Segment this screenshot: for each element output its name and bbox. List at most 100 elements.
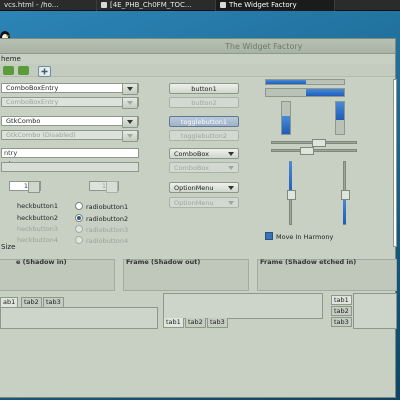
menu-theme[interactable]: heme: [1, 55, 21, 63]
combo-text: GtkCombo (Disabled): [6, 131, 76, 139]
tab-3[interactable]: tab3: [331, 317, 352, 327]
radiobutton1[interactable]: radiobutton1: [75, 202, 128, 211]
check-label: Move In Harmony: [276, 233, 334, 241]
chevron-down-icon[interactable]: [122, 116, 138, 128]
vslider-1[interactable]: [287, 161, 296, 225]
radio-indicator: [75, 236, 83, 244]
checkbutton1[interactable]: heckbutton1: [17, 202, 58, 210]
toolbar: [0, 64, 395, 77]
forward-arrow-icon[interactable]: [18, 66, 29, 75]
scale-fill: [282, 116, 290, 134]
checkbox-checked-icon[interactable]: [265, 232, 273, 240]
combobox-disabled: ComboBox: [169, 162, 239, 173]
tab-label: tab1: [166, 318, 181, 326]
radio-label: radiobutton2: [86, 215, 129, 223]
tab-1[interactable]: tab1: [163, 318, 184, 328]
combo-text: ComboBoxEntry: [6, 84, 59, 92]
window-icon: [220, 1, 226, 8]
radio-label: radiobutton1: [86, 203, 129, 211]
comboboxentry-disabled: ComboBoxEntry: [1, 97, 139, 109]
optionmenu-label: OptionMenu: [174, 184, 214, 192]
hslider-1[interactable]: [271, 139, 357, 147]
task-widget-factory[interactable]: The Widget Factory: [216, 0, 335, 11]
chevron-down-icon[interactable]: [122, 83, 138, 95]
task-phb-toc[interactable]: [4E_PHB_Ch0FM_TOC...: [97, 0, 216, 11]
menubar: heme: [0, 54, 395, 64]
scale-fill: [306, 89, 344, 96]
combobox-label: ComboBox: [174, 150, 210, 158]
radio-indicator: [75, 225, 83, 233]
slider-handle[interactable]: [300, 147, 314, 155]
check-label: heckbutton3: [17, 225, 59, 233]
button1[interactable]: button1: [169, 83, 239, 94]
radio-indicator[interactable]: [75, 202, 83, 210]
hscale-1[interactable]: [265, 79, 345, 85]
tab-label: tab2: [188, 318, 203, 326]
slider-handle[interactable]: [287, 190, 296, 200]
checkbutton4: heckbutton4: [17, 236, 58, 244]
gtkcombo[interactable]: GtkCombo: [1, 116, 139, 128]
task-label: The Widget Factory: [229, 0, 297, 9]
tab-label: tab3: [334, 318, 349, 326]
vscale-2[interactable]: [335, 101, 345, 135]
frame-shadow-etched-in: Frame (Shadow etched in): [257, 258, 397, 291]
spin-button[interactable]: 1: [9, 181, 41, 193]
radiobutton2[interactable]: radiobutton2: [75, 214, 128, 223]
comboboxentry[interactable]: ComboBoxEntry: [1, 83, 139, 95]
tab-label: ab1: [3, 298, 16, 306]
tab-2[interactable]: tab2: [21, 297, 42, 307]
check-label: heckbutton2: [17, 214, 59, 222]
checkbutton3: heckbutton3: [17, 225, 58, 233]
slider-handle[interactable]: [341, 190, 350, 200]
radiobutton3: radiobutton3: [75, 225, 128, 234]
hscale-2[interactable]: [265, 88, 345, 97]
notebook-1-page: [0, 307, 158, 329]
taskbar: vcs.html - /ho... [4E_PHB_Ch0FM_TOC... T…: [0, 0, 400, 11]
spin-arrows: [106, 181, 118, 193]
tab-label: tab2: [24, 298, 39, 306]
slider-fill: [343, 198, 346, 224]
radio-indicator[interactable]: [75, 214, 83, 222]
tree-view-panel[interactable]: [393, 79, 397, 247]
task-label: vcs.html - /ho...: [4, 0, 59, 9]
slider-handle[interactable]: [312, 139, 326, 147]
move-in-harmony-check[interactable]: Move In Harmony: [265, 232, 333, 241]
tab-1[interactable]: tab1: [331, 295, 352, 305]
checkbutton2[interactable]: heckbutton2: [17, 214, 58, 222]
tab-2[interactable]: tab2: [185, 318, 206, 328]
togglebutton1[interactable]: togglebutton1: [169, 116, 239, 127]
text-entry[interactable]: ntry: [1, 148, 139, 158]
radio-label: radiobutton3: [86, 226, 129, 234]
spin-arrows[interactable]: [28, 181, 40, 193]
window-title: The Widget Factory: [225, 42, 303, 51]
check-label: heckbutton1: [17, 202, 59, 210]
frame-shadow-out: Frame (Shadow out): [123, 258, 249, 291]
tab-3[interactable]: tab3: [43, 297, 64, 307]
spin-button-disabled: 1: [89, 181, 119, 193]
optionmenu[interactable]: OptionMenu: [169, 182, 239, 193]
vscale-1[interactable]: [281, 101, 291, 135]
notebook-3-page: [353, 293, 397, 329]
add-icon[interactable]: [38, 66, 51, 77]
check-label: heckbutton4: [17, 236, 59, 244]
window-titlebar[interactable]: The Widget Factory: [0, 39, 395, 54]
tab-2[interactable]: tab2: [331, 306, 352, 316]
combobox-label: ComboBox: [174, 164, 210, 172]
tab-1[interactable]: ab1: [0, 297, 19, 307]
scale-fill: [336, 102, 344, 120]
vslider-2[interactable]: [341, 161, 350, 225]
frame-label: e (Shadow in): [16, 258, 67, 266]
task-vcs-html[interactable]: vcs.html - /ho...: [0, 0, 97, 11]
combo-text: GtkCombo: [6, 117, 41, 125]
size-label: Size: [1, 243, 16, 251]
radiobutton4: radiobutton4: [75, 236, 128, 245]
hslider-2[interactable]: [271, 147, 357, 155]
back-arrow-icon[interactable]: [3, 66, 14, 75]
tab-3[interactable]: tab3: [207, 318, 228, 328]
combobox[interactable]: ComboBox: [169, 148, 239, 159]
combo-text: ComboBoxEntry: [6, 98, 59, 106]
togglebutton2: togglebutton2: [169, 130, 239, 141]
text-entry-disabled: [1, 162, 139, 172]
frame-label: Frame (Shadow etched in): [260, 258, 357, 266]
task-label: [4E_PHB_Ch0FM_TOC...: [110, 0, 192, 9]
